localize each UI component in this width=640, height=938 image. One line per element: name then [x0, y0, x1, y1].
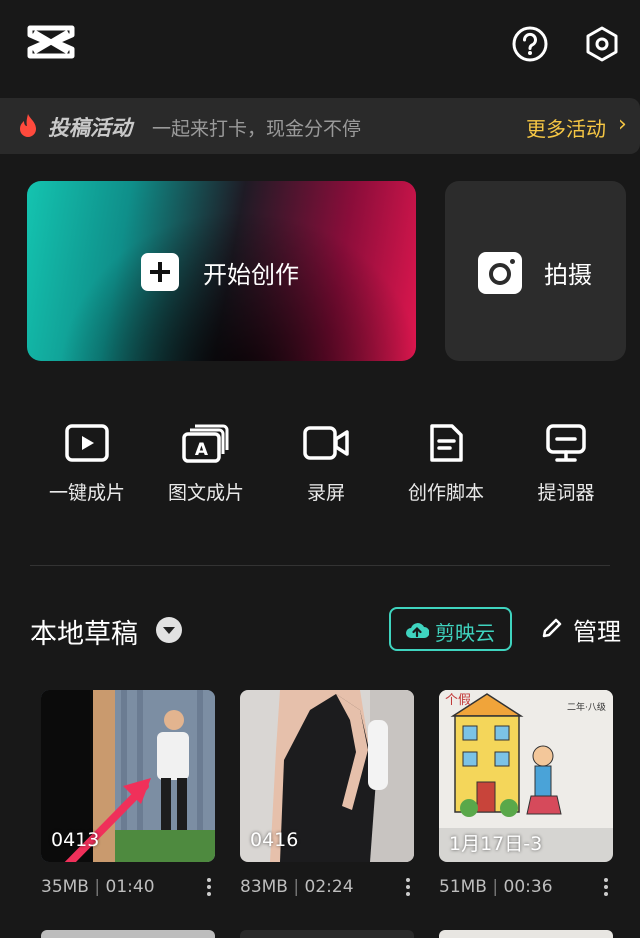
- draft-size: 35MB: [41, 877, 89, 897]
- draft-name: 1月17日-3: [449, 833, 543, 855]
- svg-text:二年·八级: 二年·八级: [567, 701, 606, 713]
- draft-name: 0416: [250, 829, 299, 851]
- more-vertical-icon[interactable]: [405, 878, 411, 898]
- more-vertical-icon[interactable]: [206, 878, 212, 898]
- tool-label: 提词器: [537, 482, 595, 504]
- more-activities-link[interactable]: 更多活动: [526, 113, 606, 142]
- cloud-upload-icon: [406, 623, 429, 638]
- flame-icon: [16, 113, 40, 139]
- cloud-label: 剪映云: [435, 621, 495, 645]
- play-square-icon: [65, 424, 109, 462]
- start-create-button[interactable]: 开始创作: [27, 181, 416, 361]
- script-doc-icon: [430, 424, 463, 462]
- chevron-down-icon[interactable]: [156, 617, 182, 643]
- tool-image-text-video[interactable]: A 图文成片: [146, 422, 266, 512]
- settings-hex-icon[interactable]: [582, 24, 622, 64]
- tool-label: 录屏: [306, 482, 345, 504]
- activity-banner[interactable]: 投稿活动 一起来打卡，现金分不停 更多活动 ›: [0, 98, 640, 154]
- section-divider: [30, 565, 610, 566]
- tool-label: 创作脚本: [407, 482, 484, 504]
- video-camera-icon: [303, 426, 349, 460]
- draft-size: 83MB: [240, 877, 288, 897]
- tool-creation-script[interactable]: 创作脚本: [386, 422, 506, 512]
- draft-duration: 01:40: [105, 877, 155, 897]
- camera-icon: [478, 252, 522, 294]
- draft-meta: 83MB | 02:24: [240, 877, 354, 897]
- drafts-title: 本地草稿: [30, 619, 138, 650]
- draft-card-peek: [240, 930, 414, 938]
- teleprompter-icon: [546, 424, 586, 462]
- plus-icon: [141, 253, 179, 291]
- tool-screen-record[interactable]: 录屏: [266, 422, 386, 512]
- shoot-button[interactable]: 拍摄: [445, 181, 626, 361]
- manage-label: 管理: [573, 618, 621, 646]
- draft-card[interactable]: 0413: [41, 690, 215, 862]
- draft-name: 0413: [51, 829, 100, 851]
- pencil-icon: [542, 618, 562, 638]
- svg-text:A: A: [195, 440, 209, 460]
- tool-one-click-video[interactable]: 一键成片: [27, 422, 147, 512]
- tool-label: 一键成片: [48, 482, 125, 504]
- draft-duration: 02:24: [304, 877, 354, 897]
- draft-meta: 51MB | 00:36: [439, 877, 553, 897]
- draft-card-peek: [439, 930, 613, 938]
- chevron-right-icon: ›: [618, 112, 627, 137]
- banner-title: 投稿活动: [48, 116, 132, 140]
- start-create-label: 开始创作: [203, 261, 299, 289]
- svg-text:个假: 个假: [445, 693, 471, 708]
- cloud-button[interactable]: 剪映云: [389, 607, 512, 651]
- draft-meta: 35MB | 01:40: [41, 877, 155, 897]
- tool-label: 图文成片: [167, 482, 244, 504]
- banner-subtitle: 一起来打卡，现金分不停: [152, 118, 362, 140]
- capcut-logo-icon: [26, 22, 76, 62]
- image-text-icon: A: [182, 424, 229, 463]
- draft-size: 51MB: [439, 877, 487, 897]
- draft-card[interactable]: 个假 二年·八级 1月17日-3: [439, 690, 613, 862]
- shoot-label: 拍摄: [544, 261, 592, 289]
- draft-card-peek: [41, 930, 215, 938]
- help-circle-icon[interactable]: [510, 24, 550, 64]
- draft-card[interactable]: 0416: [240, 690, 414, 862]
- draft-duration: 00:36: [503, 877, 553, 897]
- tool-teleprompter[interactable]: 提词器: [506, 422, 626, 512]
- more-vertical-icon[interactable]: [603, 878, 609, 898]
